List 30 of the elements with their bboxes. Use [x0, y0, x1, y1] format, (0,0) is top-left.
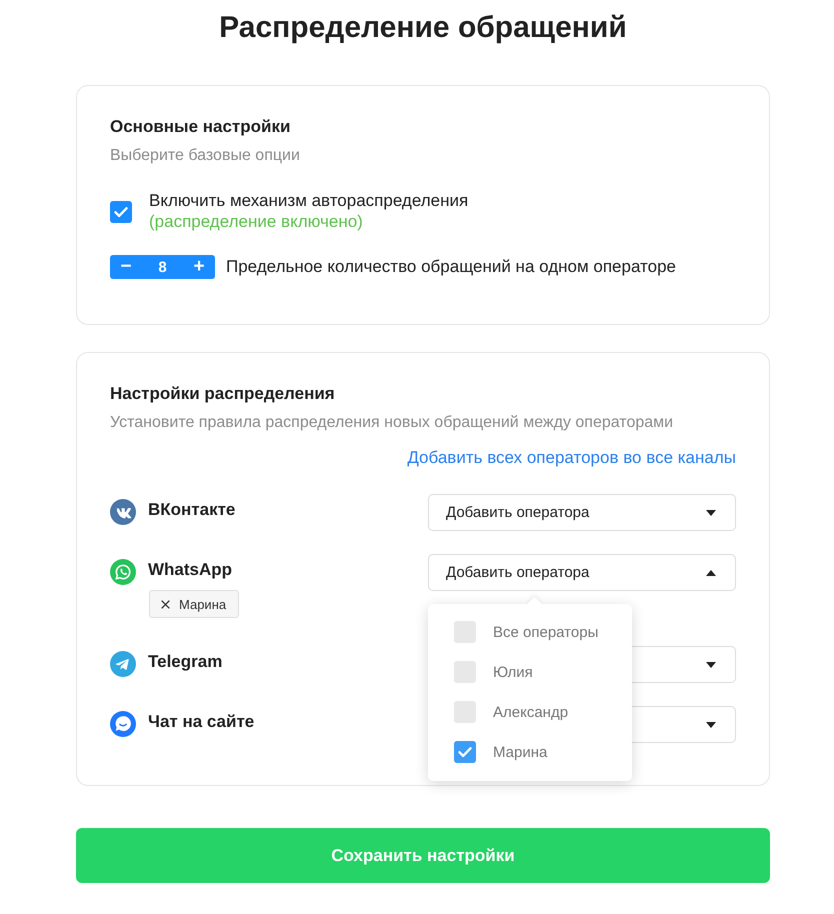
checkbox-label: Включить механизм автораспределения: [149, 190, 468, 211]
add-all-link[interactable]: Добавить всех операторов во все каналы: [407, 447, 736, 469]
close-icon[interactable]: [161, 600, 170, 608]
option-label[interactable]: Все операторы: [493, 624, 598, 640]
operator-dropdown[interactable]: Добавить оператора: [428, 494, 736, 531]
channel-name: ВКонтакте: [148, 500, 236, 520]
status-text: (распределение включено): [149, 211, 363, 232]
paper-plane-icon: [110, 651, 136, 677]
option-label[interactable]: Александр: [493, 704, 568, 720]
channel-name: Telegram: [148, 652, 222, 672]
stepper-value: 8: [158, 258, 167, 276]
section-title: Основные настройки: [110, 116, 292, 138]
chat-bubble-icon: [110, 711, 136, 737]
section-subtitle: Установите правила распределения новых обращений между операторами: [110, 413, 674, 433]
section-title: Настройки распределения: [110, 383, 336, 405]
stepper-label: Предельное количество обращений на одном операторе: [226, 256, 676, 278]
phone-bubble-icon: [110, 559, 136, 585]
decrement-button[interactable]: −: [115, 255, 137, 279]
page-title: Распределение обращений: [218, 10, 628, 46]
checkbox[interactable]: [454, 741, 476, 763]
channel-name: WhatsApp: [148, 560, 232, 580]
tag-label: Марина: [179, 596, 226, 612]
section-subtitle: Выберите базовые опции: [110, 146, 301, 166]
operator-dropdown[interactable]: Добавить оператора: [428, 554, 736, 591]
channel-name: Чат на сайте: [148, 712, 254, 732]
option-label[interactable]: Марина: [493, 744, 548, 760]
vk-logo-icon: [110, 499, 136, 525]
checkbox[interactable]: [110, 201, 132, 223]
increment-button[interactable]: +: [188, 255, 210, 279]
option-label[interactable]: Юлия: [493, 664, 533, 680]
